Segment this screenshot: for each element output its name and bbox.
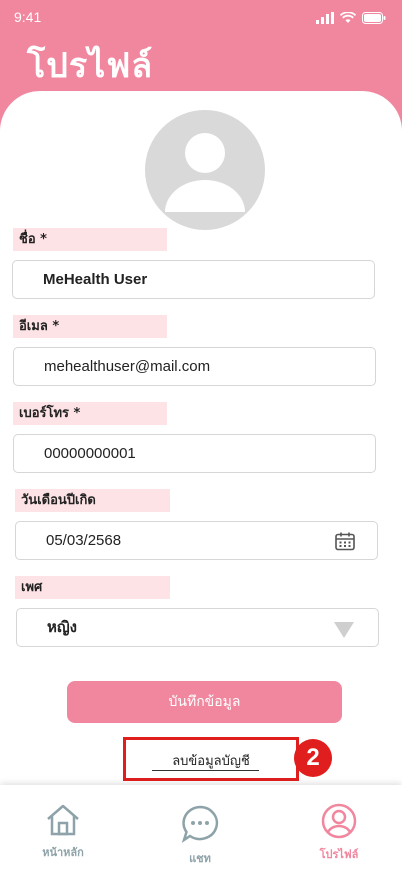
- nav-home[interactable]: หน้าหลัก: [18, 803, 108, 861]
- status-bar: 9:41: [0, 0, 402, 34]
- save-button[interactable]: บันทึกข้อมูล: [67, 681, 342, 723]
- bottom-nav: หน้าหลัก แชท โปรไฟล์: [0, 785, 402, 874]
- page-title: โปรไฟล์: [27, 46, 154, 86]
- name-field[interactable]: MeHealth User: [12, 260, 375, 299]
- gender-value: หญิง: [47, 619, 77, 636]
- step-badge: 2: [294, 739, 332, 777]
- chat-icon: [181, 805, 219, 844]
- user-placeholder-icon: [165, 133, 245, 212]
- link-underline: [152, 770, 259, 771]
- nav-profile[interactable]: โปรไฟล์: [294, 803, 384, 863]
- wifi-icon: [340, 12, 356, 23]
- birthdate-value: 05/03/2568: [46, 532, 122, 549]
- email-field[interactable]: mehealthuser@mail.com: [13, 347, 376, 386]
- phone-field[interactable]: 00000000001: [13, 434, 376, 473]
- signal-icon: [316, 12, 334, 24]
- home-icon: [47, 804, 79, 836]
- profile-icon: [321, 803, 357, 839]
- annotation-highlight-box: ลบข้อมูลบัญชี: [123, 737, 299, 781]
- nav-home-label: หน้าหลัก: [42, 846, 84, 859]
- phone-label: เบอร์โทร *: [13, 402, 167, 425]
- birthdate-field[interactable]: 05/03/2568: [15, 521, 378, 560]
- status-icons: [316, 12, 386, 24]
- nav-chat[interactable]: แชท: [155, 805, 245, 867]
- gender-select[interactable]: หญิง: [16, 608, 379, 647]
- gender-label: เพศ: [15, 576, 170, 599]
- delete-account-link[interactable]: ลบข้อมูลบัญชี: [126, 750, 296, 771]
- nav-chat-label: แชท: [189, 852, 211, 865]
- name-label: ชื่อ *: [13, 228, 167, 251]
- nav-profile-label: โปรไฟล์: [319, 848, 359, 861]
- email-label: อีเมล *: [13, 315, 167, 338]
- battery-icon: [362, 12, 386, 24]
- status-time: 9:41: [14, 9, 42, 25]
- avatar[interactable]: [145, 110, 265, 230]
- calendar-icon[interactable]: [335, 532, 355, 551]
- dropdown-arrow-icon: [334, 622, 354, 638]
- birthdate-label: วันเดือนปีเกิด: [15, 489, 170, 512]
